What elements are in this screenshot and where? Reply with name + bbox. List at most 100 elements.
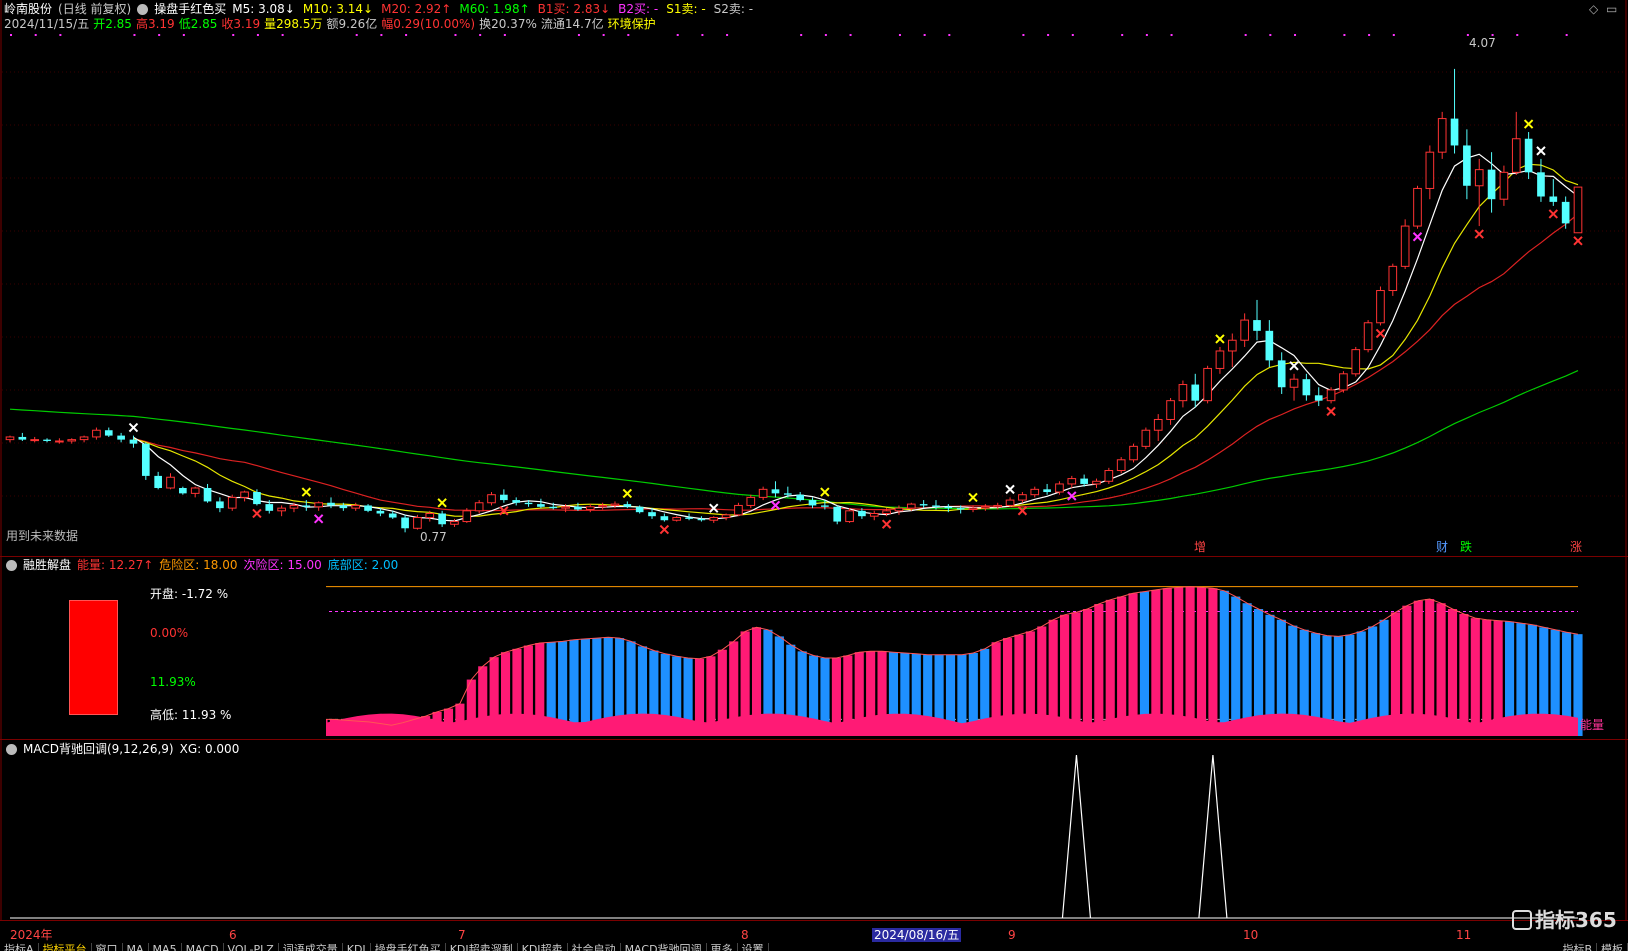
candle-body-up — [1215, 350, 1225, 369]
quote-row: 2024/11/15/五 开2.85 高3.19 低2.85 收3.19 量298.5万额… — [4, 17, 656, 31]
candle-body-up — [190, 487, 200, 494]
candle-body-up — [462, 510, 472, 523]
candle-body-up — [1129, 445, 1138, 461]
x-label-nov: 11 — [1456, 928, 1472, 942]
right-tab[interactable]: 模板 — [1597, 943, 1628, 951]
menu-icon[interactable]: ▭ — [1606, 2, 1617, 16]
indicator-name[interactable]: 操盘手红色买 — [154, 2, 226, 16]
candle-body-up — [561, 506, 570, 509]
indicator-tab[interactable]: VOL-PLZ — [224, 943, 279, 951]
indicator-tab[interactable]: 设置 — [738, 943, 769, 951]
signal-dot — [726, 34, 729, 36]
candle-body-down — [537, 504, 545, 507]
signal-dot — [627, 34, 630, 36]
signal-dot — [1368, 34, 1371, 36]
indicator-tab[interactable]: MACD背驰回调 — [621, 943, 707, 951]
indicator-circle-icon[interactable] — [137, 4, 149, 15]
signal-dot — [1047, 34, 1050, 36]
candle-body-down — [438, 513, 446, 525]
candle-body-up — [1400, 225, 1410, 267]
panel3-circle-icon[interactable] — [6, 744, 17, 755]
right-tab[interactable]: 指标B — [1558, 943, 1597, 951]
candle-body-up — [277, 507, 286, 512]
candle-body-down — [833, 506, 842, 522]
candle-body-up — [1474, 169, 1484, 187]
indicator-tab[interactable]: KDJ — [343, 943, 371, 951]
energy-bar — [1482, 619, 1492, 736]
panel2-circle-icon[interactable] — [6, 560, 17, 571]
energy-bar — [1345, 634, 1355, 736]
candle-body-down — [821, 505, 829, 507]
candle-body-down — [524, 502, 533, 505]
panel2-title[interactable]: 融胜解盘 — [23, 558, 71, 572]
indicator-tab[interactable]: 指标A — [0, 943, 39, 951]
candle-body-up — [1425, 151, 1435, 189]
ma-legend-item: S1卖: - — [666, 2, 706, 16]
candle-body-up — [1289, 378, 1299, 388]
signal-dot — [10, 34, 12, 36]
indicator-tab[interactable]: KDJ超卖 — [518, 943, 568, 951]
candle-body-down — [216, 501, 224, 509]
candle-body-up — [1005, 499, 1015, 506]
candle-body-up — [1092, 480, 1101, 485]
candle-body-down — [783, 493, 792, 495]
candle-body-up — [413, 517, 422, 529]
candle-body-down — [302, 505, 311, 507]
candle-body-down — [154, 475, 162, 488]
signal-dot — [405, 34, 408, 36]
signal-dot — [923, 34, 926, 36]
indicator-tab[interactable]: 窗口 — [92, 943, 123, 951]
indicator-tab[interactable]: KDJ超卖溜剩 — [446, 943, 518, 951]
candle-body-up — [968, 507, 978, 510]
candle-body-up — [487, 494, 496, 504]
stock-name[interactable]: 岭南股份 — [4, 2, 52, 16]
candle-body-up — [1141, 429, 1151, 447]
signal-dot — [1244, 34, 1247, 36]
candle-body-up — [882, 510, 891, 515]
signal-dot — [232, 34, 235, 36]
pin-icon[interactable]: ◇ — [1589, 2, 1598, 16]
signal-dot — [380, 34, 383, 36]
signal-dot — [577, 34, 580, 36]
candle-body-down — [1561, 201, 1570, 224]
energy-bar — [1196, 587, 1207, 736]
indicator-tab[interactable]: 社会启动 — [568, 943, 621, 951]
indicator-tab[interactable]: 词语成交量 — [279, 943, 343, 951]
candle-body-down — [623, 504, 632, 507]
indicator-tab[interactable]: MA — [123, 943, 149, 951]
candle-body-down — [339, 505, 348, 509]
energy-bar — [1231, 596, 1241, 736]
candle-body-up — [1573, 186, 1583, 234]
indicator-tab[interactable]: MA5 — [149, 943, 182, 951]
candle-body-down — [574, 506, 582, 510]
period-label[interactable]: (日线 前复权) — [58, 2, 131, 16]
candle-body-down — [858, 510, 866, 517]
indicator-tab[interactable]: 操盘手红色买 — [371, 943, 446, 951]
quote-field: 开2.85 — [93, 17, 132, 31]
candle-body-up — [734, 504, 743, 516]
indicator-tab[interactable]: 指标平台 — [39, 943, 92, 951]
candle-body-up — [1227, 339, 1237, 352]
candle-body-down — [401, 517, 409, 529]
signal-dot — [1170, 34, 1173, 36]
indicator-tab[interactable]: 更多 — [707, 943, 738, 951]
candle-body-down — [549, 506, 558, 509]
candle-body-down — [697, 518, 706, 521]
candle-body-down — [1191, 384, 1200, 401]
candle-body-up — [1511, 138, 1521, 173]
panel2-info-box: 开盘: -1.72 % 0.00% 11.93% 高低: 11.93 % — [4, 578, 326, 736]
candle-body-up — [67, 439, 77, 442]
chart-canvas — [0, 0, 1628, 951]
candle-body-up — [672, 517, 682, 521]
candle-body-up — [1363, 322, 1373, 351]
candle-body-up — [240, 491, 249, 498]
panel3-title[interactable]: MACD背驰回调(9,12,26,9) — [23, 742, 174, 756]
signal-dot — [1343, 34, 1346, 36]
panel3-legend: MACD背驰回调(9,12,26,9) XG: 0.000 — [6, 742, 239, 756]
indicator-tab[interactable]: MACD — [182, 943, 224, 951]
energy-bar — [1185, 586, 1195, 736]
energy-bar — [1094, 604, 1104, 736]
energy-bar — [1219, 590, 1229, 736]
signal-dot — [849, 34, 852, 36]
quote-field: 低2.85 — [178, 17, 218, 31]
